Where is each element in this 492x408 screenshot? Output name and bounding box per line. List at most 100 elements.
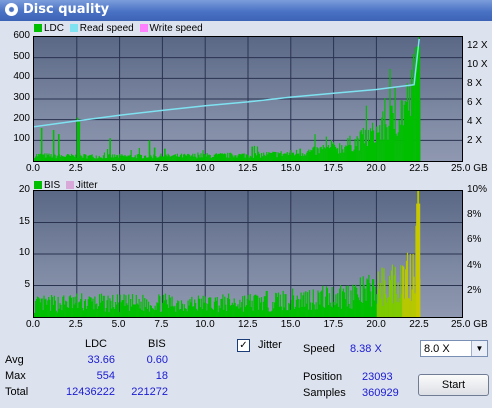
x-tick-label: 20.0 xyxy=(366,163,386,174)
jitter-checkbox[interactable]: ✓ xyxy=(237,339,250,352)
ldc-column-header: LDC xyxy=(85,338,108,350)
ldc-bar xyxy=(312,147,314,161)
ldc-bar xyxy=(272,151,274,161)
ldc-bar xyxy=(183,153,186,161)
ldc-bar xyxy=(120,155,122,161)
ldc-bar xyxy=(132,157,134,161)
x-tick-label: 25.0 GB xyxy=(451,319,488,330)
ldc-bar xyxy=(303,155,305,161)
ldc-bar xyxy=(48,153,50,161)
bis-chart-plot xyxy=(33,190,463,318)
ldc-bar xyxy=(368,141,371,161)
legend-ldc: LDC xyxy=(44,23,65,34)
ldc-legend: LDC Read speed Write speed xyxy=(34,23,206,35)
ldc-bar xyxy=(385,124,387,161)
ldc-bar xyxy=(172,155,174,161)
ldc-bar xyxy=(98,155,100,161)
read-speed-legend-swatch xyxy=(69,24,78,32)
ldc-bar xyxy=(333,144,336,161)
ldc-bar xyxy=(67,154,70,161)
ldc-bar xyxy=(289,150,291,161)
ldc-bar xyxy=(270,153,272,161)
ldc-bar xyxy=(44,153,46,161)
ldc-bar xyxy=(62,156,64,161)
ldc-bar xyxy=(318,153,320,161)
ldc-bar xyxy=(357,138,359,161)
ldc-bar xyxy=(46,153,48,161)
ldc-chart-svg xyxy=(34,37,462,161)
ldc-bar xyxy=(83,154,85,161)
ldc-bar xyxy=(212,156,214,161)
chevron-down-icon[interactable]: ▼ xyxy=(471,341,487,356)
ldc-bar xyxy=(176,153,178,161)
ldc-bar xyxy=(70,153,73,161)
x-tick-label: 7.5 xyxy=(154,319,169,330)
x-tick-label: 5.0 xyxy=(111,163,126,174)
disc-icon xyxy=(5,3,18,16)
ldc-bar xyxy=(85,154,87,161)
ldc-bar xyxy=(189,154,191,161)
ldc-bar xyxy=(54,154,56,161)
ldc-bar xyxy=(358,150,360,161)
ldc-bar xyxy=(233,157,235,161)
ldc-bar xyxy=(413,54,415,161)
ldc-bar xyxy=(290,154,292,161)
ldc-bar xyxy=(104,158,107,161)
ldc-bar xyxy=(396,135,398,161)
ldc-bar xyxy=(356,136,358,161)
ldc-bar xyxy=(231,153,233,161)
ldc-bar xyxy=(261,153,263,161)
ldc-bar xyxy=(56,155,58,161)
ldc-bar xyxy=(63,156,65,161)
max-bis-value: 18 xyxy=(155,370,168,382)
ldc-bar xyxy=(115,156,117,161)
ldc-bar xyxy=(86,158,88,161)
ldc-bar xyxy=(159,155,161,161)
ldc-bar xyxy=(107,154,110,161)
ldc-bar xyxy=(266,152,268,161)
ldc-bar xyxy=(207,155,209,161)
ldc-bar xyxy=(60,155,62,161)
ldc-bar xyxy=(268,152,270,161)
y2-tick-label: 10% xyxy=(467,184,488,195)
ldc-bar xyxy=(391,105,393,161)
ldc-bar xyxy=(337,148,339,161)
total-label: Total xyxy=(5,386,29,398)
ldc-bar xyxy=(166,156,168,161)
ldc-bar xyxy=(345,145,347,161)
ldc-bar xyxy=(338,153,340,161)
ldc-bar xyxy=(230,152,232,161)
x-tick-label: 17.5 xyxy=(323,319,344,330)
ldc-bar xyxy=(198,154,200,161)
speed-select-value: 8.0 X xyxy=(424,343,450,355)
legend-read-speed: Read speed xyxy=(79,23,134,34)
ldc-bar xyxy=(91,154,93,161)
bis-legend-swatch xyxy=(34,181,42,189)
ldc-bar xyxy=(210,158,212,161)
x-tick-label: 7.5 xyxy=(154,163,169,174)
ldc-bar xyxy=(239,154,241,161)
ldc-bar xyxy=(81,156,83,161)
ldc-bar xyxy=(43,154,45,161)
total-bis-value: 221272 xyxy=(131,386,168,398)
ldc-bar xyxy=(162,156,164,161)
ldc-bar xyxy=(296,153,299,161)
ldc-bar xyxy=(133,157,135,161)
speed-select[interactable]: 8.0 X ▼ xyxy=(420,340,488,357)
ldc-bar xyxy=(227,152,229,161)
ldc-bar xyxy=(311,150,313,161)
legend-write-speed: Write speed xyxy=(149,23,203,34)
ldc-bar xyxy=(101,158,103,161)
ldc-bar xyxy=(372,130,375,161)
ldc-bar xyxy=(409,115,412,161)
y-tick-label: 300 xyxy=(13,92,30,103)
start-button[interactable]: Start xyxy=(418,374,489,396)
x-tick-label: 15.0 xyxy=(280,163,301,174)
ldc-bar xyxy=(408,86,411,161)
ldc-bar xyxy=(235,155,237,161)
ldc-bar xyxy=(243,153,245,161)
ldc-bar xyxy=(302,153,304,161)
x-tick-label: 22.5 xyxy=(409,163,429,174)
ldc-spike-bar xyxy=(299,148,301,161)
ldc-spike-bar xyxy=(148,140,151,161)
